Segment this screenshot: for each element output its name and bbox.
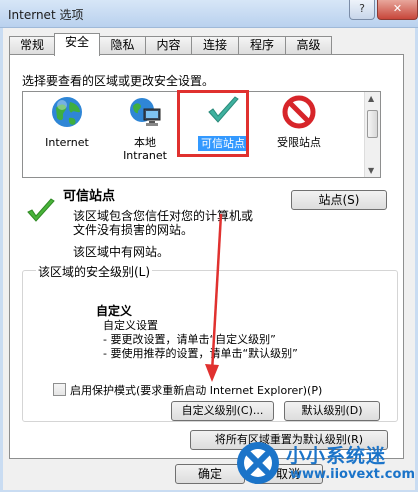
help-button[interactable]: ? — [349, 0, 375, 20]
default-level-button[interactable]: 默认级别(D) — [284, 401, 380, 421]
protected-mode-checkbox[interactable] — [53, 383, 66, 396]
scroll-down-icon[interactable]: ▼ — [368, 166, 374, 175]
tab-security[interactable]: 安全 — [54, 33, 100, 56]
zone-has-sites: 该区域中有网站。 — [73, 245, 170, 259]
title-bar: Internet 选项 ? ✕ — [0, 0, 418, 28]
tab-content[interactable]: 内容 — [145, 36, 192, 55]
zone-description-line-2: 文件没有损害的网站。 — [73, 223, 194, 237]
zone-title: 可信站点 — [63, 189, 116, 204]
protected-mode-label: 启用保护模式(要求重新启动 Internet Explorer)(P) — [70, 384, 323, 397]
trusted-sites-highlight — [177, 90, 249, 157]
tab-advanced[interactable]: 高级 — [285, 36, 332, 55]
custom-level-button[interactable]: 自定义级别(C)... — [171, 401, 274, 421]
globe-icon — [52, 97, 82, 127]
tab-privacy[interactable]: 隐私 — [99, 36, 146, 55]
no-entry-icon — [282, 95, 316, 129]
tab-general[interactable]: 常规 — [9, 36, 55, 55]
scroll-up-icon[interactable]: ▲ — [368, 94, 374, 103]
zone-label: 受限站点 — [277, 136, 321, 149]
close-button[interactable]: ✕ — [377, 0, 418, 20]
security-level-line-3: - 要使用推荐的设置，请单击“默认级别” — [103, 347, 298, 360]
tab-connections[interactable]: 连接 — [191, 36, 239, 55]
window-title: Internet 选项 — [8, 8, 84, 22]
zone-local-intranet[interactable]: 本地 Intranet — [109, 94, 181, 162]
watermark-name: 小小系统迷 — [286, 445, 387, 467]
scroll-thumb[interactable] — [367, 110, 378, 138]
security-level-label: 该区域的安全级别(L) — [36, 263, 153, 280]
sites-button[interactable]: 站点(S) — [291, 190, 387, 210]
watermark: 小小系统迷 www.iiovext.com — [226, 437, 416, 491]
zone-restricted-sites[interactable]: 受限站点 — [263, 94, 335, 149]
watermark-url: www.iiovext.com — [290, 467, 415, 482]
zone-list-scrollbar[interactable]: ▲ ▼ — [364, 92, 380, 177]
trusted-check-icon — [27, 198, 55, 222]
zone-internet[interactable]: Internet — [31, 94, 103, 149]
zone-instruction: 选择要查看的区域或更改安全设置。 — [22, 74, 215, 88]
zone-label: Internet — [45, 136, 89, 149]
zone-label: 本地 Intranet — [123, 136, 167, 162]
intranet-icon — [130, 98, 161, 126]
watermark-logo-icon — [237, 442, 279, 484]
tab-programs[interactable]: 程序 — [238, 36, 286, 55]
